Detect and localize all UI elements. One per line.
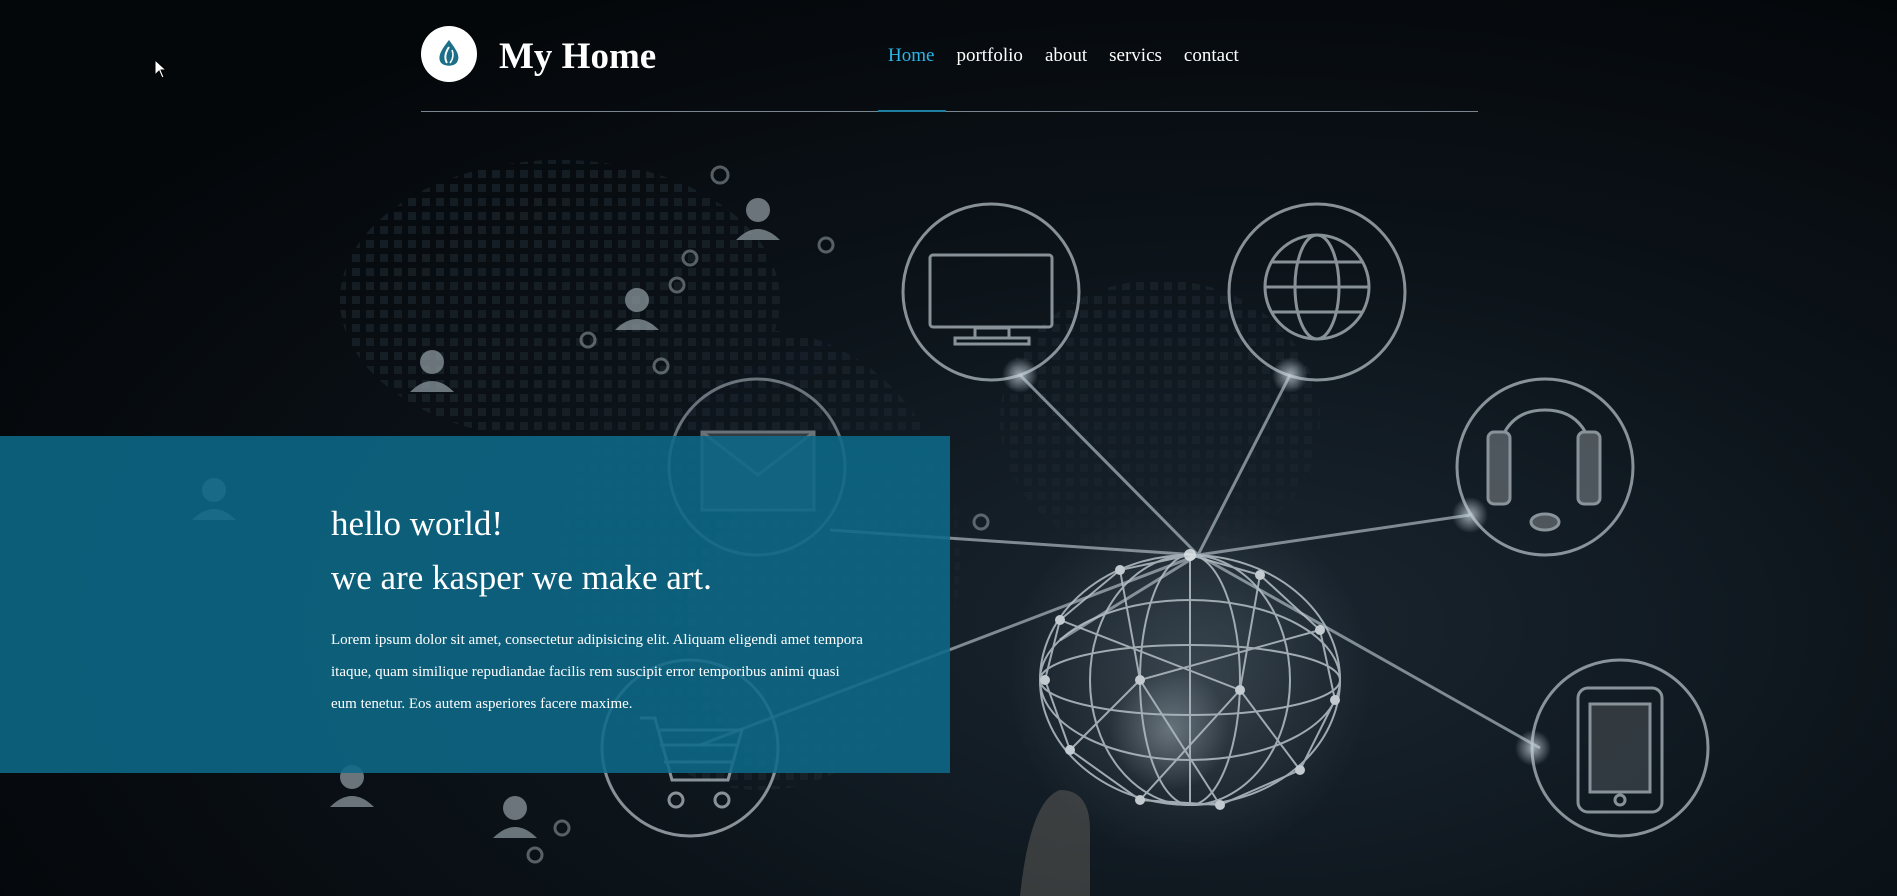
hero-paragraph: Lorem ipsum dolor sit amet, consectetur … <box>331 624 901 720</box>
site-title[interactable]: My Home <box>499 33 656 81</box>
nav-item-home[interactable]: Home <box>888 44 934 68</box>
active-nav-underline <box>878 110 946 112</box>
page: My Home Home portfolio about servics con… <box>0 0 1897 896</box>
tablet-icon <box>1530 658 1710 838</box>
nav-item-contact[interactable]: contact <box>1184 44 1239 68</box>
nav-item-about[interactable]: about <box>1045 44 1087 68</box>
hero-heading-line-1: hello world! <box>331 504 504 543</box>
main-nav: Home portfolio about servics contact <box>888 44 1261 68</box>
hero-heading-line-2: we are kasper we make art. <box>331 558 712 597</box>
nav-item-portfolio[interactable]: portfolio <box>956 44 1023 68</box>
site-logo[interactable] <box>421 26 477 82</box>
globe-icon <box>1227 202 1407 382</box>
header-divider <box>421 111 1478 112</box>
monitor-icon <box>901 202 1081 382</box>
headset-icon <box>1455 377 1635 557</box>
hero-paragraph-line: Lorem ipsum dolor sit amet, consectetur … <box>331 632 863 648</box>
hero-paragraph-line: eum tenetur. Eos autem asperiores facere… <box>331 696 633 712</box>
hero-heading: hello world! we are kasper we make art. <box>331 497 712 605</box>
drop-leaf-logo-icon <box>439 40 459 66</box>
mouse-pointer-icon <box>154 59 168 79</box>
nav-item-servics[interactable]: servics <box>1109 44 1162 68</box>
hero-paragraph-line: itaque, quam similique repudiandae facil… <box>331 664 840 680</box>
